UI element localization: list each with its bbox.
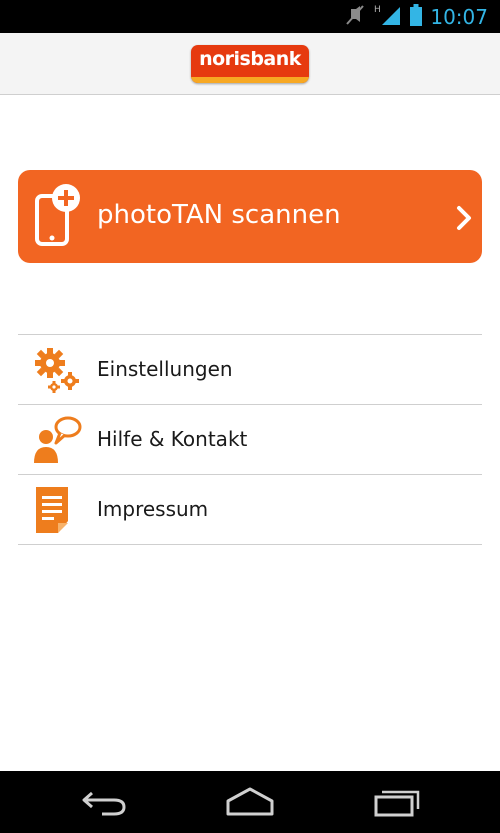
menu-item-impressum[interactable]: Impressum [18,475,482,545]
back-button[interactable] [74,785,134,819]
home-button[interactable] [220,785,280,819]
recent-apps-button[interactable] [366,785,426,819]
phototan-scan-button[interactable]: photoTAN scannen [18,170,482,263]
menu-item-label: Einstellungen [97,357,233,381]
clock: 10:07 [430,4,488,29]
home-icon [220,787,280,823]
chevron-right-icon [456,205,472,231]
logo-text: norisbank [199,48,301,70]
phone-plus-icon [34,182,86,248]
gears-icon [32,345,82,395]
mute-icon [344,4,366,30]
network-type-label: H [374,5,381,15]
app-header: norisbank [0,33,500,95]
person-speech-icon [32,415,82,465]
menu-item-label: Hilfe & Kontakt [97,427,248,451]
signal-h-icon: H [374,3,402,31]
battery-icon [410,3,423,30]
recent-apps-icon [366,790,426,823]
navigation-bar [0,771,500,833]
phototan-scan-label: photoTAN scannen [97,200,341,230]
menu-item-label: Impressum [97,497,209,521]
menu-list: Einstellungen Hilfe & Kontakt Impressum [18,334,482,545]
norisbank-logo: norisbank [191,45,309,83]
menu-item-einstellungen[interactable]: Einstellungen [18,335,482,405]
document-icon [32,485,82,535]
status-bar: H 10:07 [0,0,500,33]
back-icon [74,791,134,823]
menu-item-hilfe-kontakt[interactable]: Hilfe & Kontakt [18,405,482,475]
